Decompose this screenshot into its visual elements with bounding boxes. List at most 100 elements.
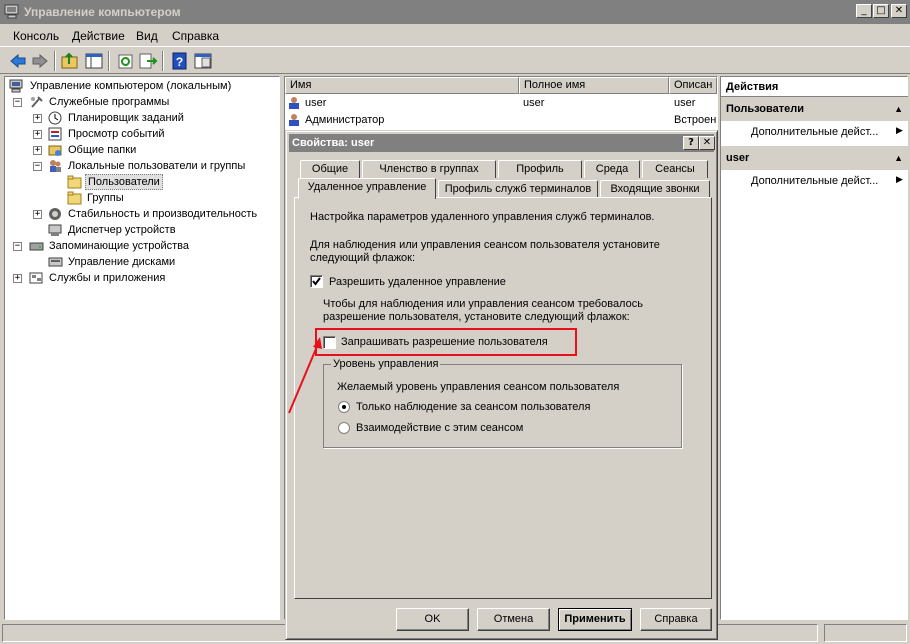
folder-icon — [67, 191, 82, 205]
forward-arrow-icon[interactable] — [30, 52, 50, 70]
menu-console[interactable]: Консоль — [13, 29, 59, 43]
refresh-icon[interactable] — [116, 52, 136, 70]
event-viewer-icon — [48, 127, 63, 141]
collapse-up-icon[interactable]: ▲ — [894, 146, 903, 170]
actions-more-users[interactable]: Дополнительные дейст... — [751, 126, 878, 138]
tab-member-of[interactable]: Членство в группах — [362, 160, 496, 178]
window-title: Управление компьютером — [24, 5, 181, 19]
require-permission-label[interactable]: Запрашивать разрешение пользователя — [341, 336, 548, 349]
para1-line1: Для наблюдения или управления сеансом по… — [310, 239, 660, 251]
disk-icon — [48, 255, 63, 269]
back-arrow-icon[interactable] — [8, 52, 28, 70]
cell-fullname: user — [523, 97, 545, 109]
cell-name: user — [305, 97, 327, 109]
device-manager-icon — [48, 223, 63, 237]
submenu-arrow-icon: ▶ — [896, 174, 903, 184]
column-header-description[interactable]: Описан — [669, 77, 717, 94]
remote-control-page: Настройка параметров удаленного управлен… — [294, 197, 712, 599]
tools-icon — [29, 95, 44, 109]
ok-button[interactable]: OK — [396, 608, 469, 631]
help-icon[interactable]: ? — [170, 52, 190, 70]
show-hide-tree-icon[interactable] — [84, 52, 104, 70]
shared-folder-icon — [48, 143, 63, 157]
expand-toggle[interactable]: + — [13, 274, 22, 283]
collapse-toggle[interactable]: − — [13, 98, 22, 107]
status-panel — [824, 624, 907, 642]
control-level-desc: Желаемый уровень управления сеансом поль… — [337, 381, 620, 393]
menu-view[interactable]: Вид — [136, 29, 158, 43]
tree-label: Просмотр событий — [68, 128, 165, 140]
maximize-button[interactable]: □ — [873, 4, 889, 18]
actions-section-user[interactable]: user ▲ — [721, 146, 908, 170]
tab-environment[interactable]: Среда — [584, 160, 640, 178]
intro-text: Настройка параметров удаленного управлен… — [310, 211, 655, 223]
table-row[interactable]: Администратор Встроен — [287, 112, 717, 129]
clock-icon — [48, 111, 63, 125]
para1-line2: следующий флажок: — [310, 252, 416, 264]
menu-action[interactable]: Действие — [72, 29, 125, 43]
cell-description: user — [674, 97, 696, 109]
tree-label: Управление дисками — [68, 256, 176, 268]
column-header-name[interactable]: Имя — [285, 77, 519, 94]
view-only-label[interactable]: Только наблюдение за сеансом пользовател… — [356, 401, 590, 414]
expand-toggle[interactable]: + — [33, 210, 42, 219]
up-folder-icon[interactable] — [60, 52, 80, 70]
tree-label: Группы — [87, 192, 124, 204]
user-icon — [288, 113, 303, 127]
computer-management-icon — [9, 79, 24, 93]
dialog-help-button[interactable]: ? — [683, 136, 699, 150]
para2-line2: разрешение пользователя, установите след… — [323, 311, 630, 323]
interact-radio[interactable] — [338, 422, 350, 434]
tree-label: Диспетчер устройств — [68, 224, 176, 236]
user-properties-dialog: Свойства: user ? ✕ Общие Членство в груп… — [285, 130, 718, 640]
enable-remote-control-label[interactable]: Разрешить удаленное управление — [329, 276, 506, 289]
users-icon — [48, 159, 63, 173]
close-button[interactable]: ✕ — [891, 4, 907, 18]
expand-toggle[interactable]: + — [33, 146, 42, 155]
tree-label: Локальные пользователи и группы — [68, 160, 246, 172]
minimize-button[interactable]: _ — [856, 4, 872, 18]
tab-terminal-services-profile[interactable]: Профиль служб терминалов — [438, 180, 598, 198]
control-level-group-title: Уровень управления — [331, 358, 441, 371]
actions-more-user[interactable]: Дополнительные дейст... — [751, 175, 878, 187]
enable-remote-control-checkbox[interactable] — [310, 275, 323, 288]
toolbar: ? — [0, 46, 910, 74]
tree-label: Запоминающие устройства — [49, 240, 190, 252]
dialog-close-button[interactable]: ✕ — [699, 136, 715, 150]
column-header-fullname[interactable]: Полное имя — [519, 77, 669, 94]
actions-section-users[interactable]: Пользователи ▲ — [721, 97, 908, 121]
help-button[interactable]: Справка — [640, 608, 712, 631]
dialog-title: Свойства: user — [292, 137, 375, 149]
tree-label: Служебные программы — [49, 96, 170, 108]
tab-remote-control[interactable]: Удаленное управление — [298, 178, 436, 199]
collapse-toggle[interactable]: − — [33, 162, 42, 171]
cancel-button[interactable]: Отмена — [477, 608, 550, 631]
table-row[interactable]: user user user — [287, 95, 717, 112]
collapse-up-icon[interactable]: ▲ — [894, 97, 903, 121]
menu-bar: Консоль Действие Вид Справка — [0, 24, 910, 46]
tab-profile[interactable]: Профиль — [498, 160, 582, 178]
menu-help[interactable]: Справка — [172, 29, 219, 43]
tab-dial-in[interactable]: Входящие звонки — [600, 180, 710, 198]
tab-sessions[interactable]: Сеансы — [642, 160, 708, 178]
submenu-arrow-icon: ▶ — [896, 125, 903, 135]
apply-button[interactable]: Применить — [558, 608, 632, 631]
export-list-icon[interactable] — [138, 52, 158, 70]
tree-label: Стабильность и производительность — [68, 208, 258, 220]
interact-label[interactable]: Взаимодействие с этим сеансом — [356, 422, 523, 435]
cell-name: Администратор — [305, 114, 385, 126]
para2-line1: Чтобы для наблюдения или управления сеан… — [323, 298, 643, 310]
tab-general[interactable]: Общие — [300, 160, 360, 178]
tree-root-label: Управление компьютером (локальным) — [30, 80, 232, 92]
expand-toggle[interactable]: + — [33, 130, 42, 139]
collapse-toggle[interactable]: − — [13, 242, 22, 251]
services-icon — [29, 271, 44, 285]
tree-label: Планировщик заданий — [68, 112, 184, 124]
actions-pane: Действия Пользователи ▲ Дополнительные д… — [720, 76, 908, 620]
performance-icon — [48, 207, 63, 221]
properties-icon[interactable] — [193, 52, 213, 70]
view-only-radio[interactable] — [338, 401, 350, 413]
expand-toggle[interactable]: + — [33, 114, 42, 123]
tree-label: Службы и приложения — [49, 272, 166, 284]
storage-icon — [29, 239, 44, 253]
